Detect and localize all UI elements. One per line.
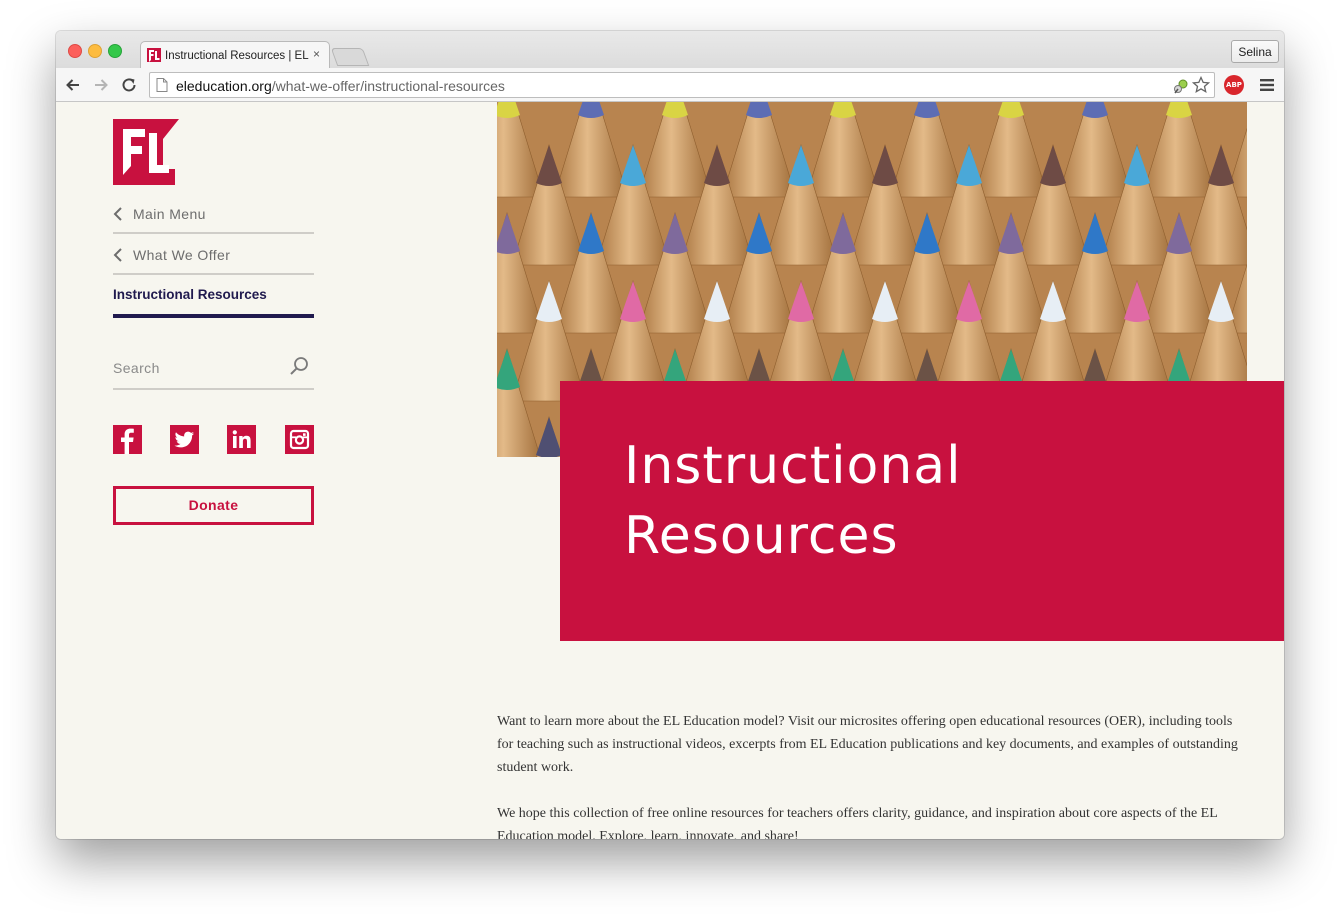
page-title-line-2: Resources <box>624 506 899 566</box>
minimize-window-button[interactable] <box>88 44 102 58</box>
intro-paragraph-1: Want to learn more about the EL Educatio… <box>497 714 1238 775</box>
forward-arrow-icon[interactable] <box>92 76 110 94</box>
instagram-icon <box>289 429 310 450</box>
url-path: /what-we-offer/instructional-resources <box>271 78 505 94</box>
browser-toolbar: eleducation.org/what-we-offer/instructio… <box>56 68 1284 102</box>
page-title-line-1: Instructional <box>624 436 962 496</box>
donate-button[interactable]: Donate <box>113 486 314 525</box>
bookmark-star-icon[interactable] <box>1192 76 1210 94</box>
linkedin-icon <box>232 430 251 448</box>
nav-current-instructional-resources[interactable]: Instructional Resources <box>113 276 314 318</box>
el-favicon-icon <box>147 48 161 62</box>
search-input[interactable] <box>113 356 278 380</box>
page-icon <box>156 78 168 92</box>
facebook-link[interactable] <box>113 425 142 454</box>
el-education-logo[interactable] <box>113 119 179 185</box>
new-tab-button[interactable] <box>330 48 370 66</box>
profile-button[interactable]: Selina <box>1231 40 1279 63</box>
search-icon[interactable] <box>289 356 309 376</box>
nav-current-label: Instructional Resources <box>113 287 267 302</box>
title-bar: Instructional Resources | EL Education ×… <box>56 31 1284 68</box>
page-title: Instructional Resources <box>624 431 1124 571</box>
chevron-left-icon <box>113 207 122 221</box>
tab-title: Instructional Resources | EL Education <box>165 50 311 62</box>
intro-paragraph-2: We hope this collection of free online r… <box>497 806 1218 839</box>
extension-icon[interactable] <box>1172 77 1190 95</box>
nav-back-main-menu[interactable]: Main Menu <box>113 194 314 234</box>
url-text[interactable]: eleducation.org/what-we-offer/instructio… <box>176 78 505 94</box>
search-box <box>113 350 314 390</box>
page-title-block: Instructional Resources <box>560 381 1284 641</box>
close-window-button[interactable] <box>68 44 82 58</box>
nav-label: Main Menu <box>133 206 206 222</box>
chevron-left-icon <box>113 248 122 262</box>
tab-close-icon[interactable]: × <box>313 47 320 61</box>
maximize-window-button[interactable] <box>108 44 122 58</box>
tab-instructional-resources[interactable]: Instructional Resources | EL Education × <box>140 41 330 68</box>
browser-window: Instructional Resources | EL Education ×… <box>56 31 1284 839</box>
twitter-icon <box>174 431 194 448</box>
page-viewport: Main Menu What We Offer Instructional Re… <box>56 102 1284 839</box>
nav-back-what-we-offer[interactable]: What We Offer <box>113 235 314 275</box>
twitter-link[interactable] <box>170 425 199 454</box>
linkedin-link[interactable] <box>227 425 256 454</box>
back-arrow-icon[interactable] <box>64 76 82 94</box>
url-host: eleducation.org <box>176 78 272 94</box>
browser-menu-icon[interactable] <box>1259 77 1275 93</box>
nav-label: What We Offer <box>133 247 231 263</box>
reload-icon[interactable] <box>120 76 138 94</box>
facebook-icon <box>121 428 134 454</box>
adblock-icon[interactable]: ABP <box>1224 75 1244 95</box>
address-bar[interactable]: eleducation.org/what-we-offer/instructio… <box>149 72 1215 98</box>
intro-text: Want to learn more about the EL Educatio… <box>497 710 1242 839</box>
instagram-link[interactable] <box>285 425 314 454</box>
